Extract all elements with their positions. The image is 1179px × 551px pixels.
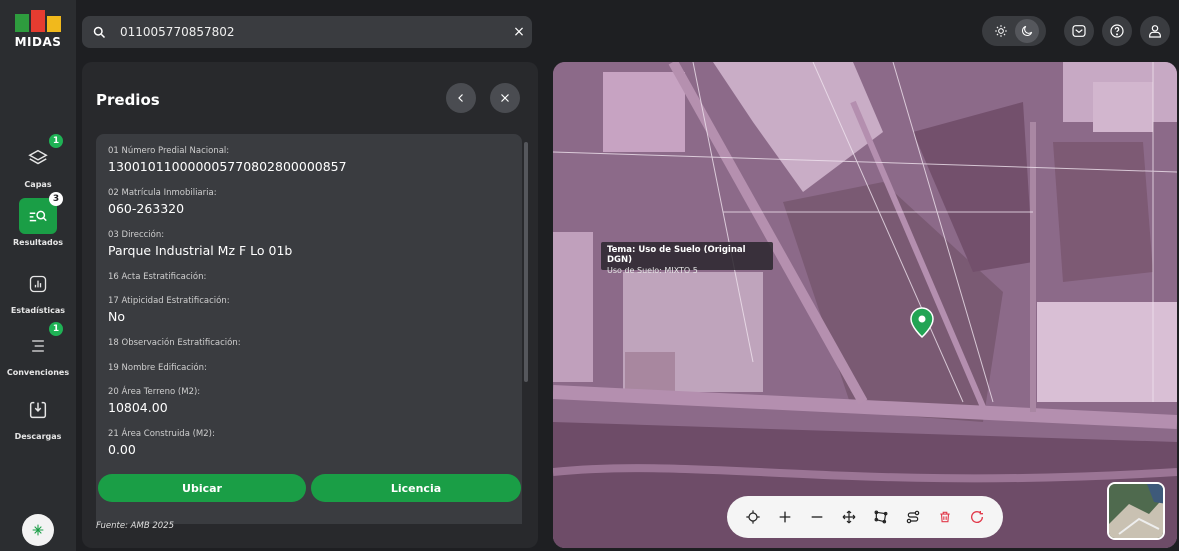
- field-label: 17 Atipicidad Estratificación:: [108, 296, 230, 306]
- search-bar[interactable]: 011005770857802 ×: [82, 16, 532, 48]
- results-search-icon: [29, 210, 47, 222]
- back-button[interactable]: [446, 83, 476, 113]
- map-view[interactable]: Tema: Uso de Suelo (Original DGN) Uso de…: [553, 62, 1177, 548]
- theme-toggle[interactable]: [982, 16, 1046, 46]
- target-button[interactable]: [742, 506, 764, 528]
- rail-item-convenciones[interactable]: 1 Convenciones: [0, 322, 76, 377]
- delete-button[interactable]: [934, 506, 956, 528]
- trash-icon: [940, 511, 950, 523]
- rail-item-capas[interactable]: 1 Capas: [0, 134, 76, 189]
- layers-icon: [28, 149, 48, 165]
- rail-label-capas: Capas: [24, 180, 52, 189]
- route-button[interactable]: [902, 506, 924, 528]
- parcel-details-card: 01 Número Predial Nacional: 130010110000…: [96, 134, 522, 524]
- zoom-in-button[interactable]: [774, 506, 796, 528]
- light-mode-button[interactable]: [989, 19, 1013, 43]
- refresh-icon: [971, 511, 984, 523]
- field-numero-predial: 01 Número Predial Nacional: 130010110000…: [108, 146, 347, 174]
- close-icon: [501, 94, 509, 102]
- field-label: 18 Observación Estratificación:: [108, 338, 241, 348]
- panel-title: Predios: [96, 91, 160, 109]
- logo-text: MIDAS: [14, 35, 62, 49]
- badge-convenciones: 1: [49, 322, 63, 336]
- field-label: 19 Nombre Edificación:: [108, 363, 207, 373]
- field-value: 0.00: [108, 442, 136, 457]
- field-label: 03 Dirección:: [108, 230, 165, 240]
- locate-button[interactable]: Ubicar: [98, 474, 306, 502]
- panel-scrollbar[interactable]: [524, 142, 528, 382]
- sparkle-icon: [32, 524, 44, 536]
- user-icon: [1149, 25, 1161, 38]
- stats-icon: [29, 275, 47, 293]
- field-label: 02 Matrícula Inmobiliaria:: [108, 188, 217, 198]
- badge-resultados: 3: [49, 192, 63, 206]
- field-direccion: 03 Dirección: Parque Industrial Mz F Lo …: [108, 230, 292, 258]
- rail-label-convenciones: Convenciones: [6, 368, 70, 377]
- clear-search-button[interactable]: ×: [506, 24, 532, 40]
- download-icon: [29, 401, 47, 419]
- field-acta: 16 Acta Estratificación:: [108, 272, 206, 282]
- rail-label-descargas: Descargas: [14, 432, 62, 441]
- field-value: 060-263320: [108, 201, 185, 216]
- pan-icon: [842, 510, 856, 524]
- tooltip-line: Uso de Suelo: MIXTO 5: [607, 266, 698, 275]
- field-observacion: 18 Observación Estratificación:: [108, 338, 241, 348]
- user-button[interactable]: [1140, 16, 1170, 46]
- satellite-map: [553, 62, 1177, 548]
- sun-icon: [995, 25, 1007, 37]
- route-icon: [906, 510, 920, 524]
- search-icon: [92, 25, 120, 40]
- plugin-button[interactable]: [22, 514, 54, 546]
- app-root: MIDAS 1 Capas 3 Resultados Estadísticas: [0, 0, 1179, 551]
- target-icon: [746, 510, 760, 524]
- inbox-icon: [1072, 25, 1086, 37]
- zoom-in-icon: [779, 511, 791, 523]
- badge-capas: 1: [49, 134, 63, 148]
- license-button[interactable]: Licencia: [311, 474, 521, 502]
- left-rail: MIDAS 1 Capas 3 Resultados Estadísticas: [0, 0, 76, 551]
- chevron-left-icon: [458, 94, 463, 102]
- zoom-out-icon: [811, 516, 823, 518]
- map-toolbar: [727, 496, 1003, 538]
- rail-item-descargas[interactable]: Descargas: [0, 392, 76, 441]
- polygon-icon: [874, 510, 888, 524]
- polygon-button[interactable]: [870, 506, 892, 528]
- rail-item-resultados[interactable]: 3 Resultados: [0, 192, 76, 247]
- field-nombre-edificacion: 19 Nombre Edificación:: [108, 363, 207, 373]
- pan-button[interactable]: [838, 506, 860, 528]
- help-button[interactable]: [1102, 16, 1132, 46]
- field-value: 10804.00: [108, 400, 168, 415]
- basemap-switcher[interactable]: [1107, 482, 1165, 540]
- field-label: 20 Área Terreno (M2):: [108, 387, 201, 397]
- field-label: 16 Acta Estratificación:: [108, 272, 207, 282]
- rail-label-resultados: Resultados: [13, 238, 63, 247]
- rail-label-estadisticas: Estadísticas: [10, 306, 66, 315]
- dark-mode-button[interactable]: [1015, 19, 1039, 43]
- search-input[interactable]: 011005770857802: [120, 25, 506, 39]
- data-source: Fuente: AMB 2025: [96, 521, 174, 531]
- midas-logo[interactable]: MIDAS: [12, 10, 64, 54]
- results-panel: Predios 01 Número Predial Nacional: 1300…: [82, 62, 538, 548]
- rail-item-estadisticas[interactable]: Estadísticas: [0, 266, 76, 315]
- field-label: 21 Área Construida (M2):: [108, 429, 215, 439]
- field-value: Parque Industrial Mz F Lo 01b: [108, 243, 293, 258]
- field-area-construida: 21 Área Construida (M2): 0.00: [108, 429, 215, 457]
- inbox-button[interactable]: [1064, 16, 1094, 46]
- field-value: No: [108, 309, 125, 324]
- tooltip-title: Tema: Uso de Suelo (Original DGN): [607, 245, 746, 265]
- field-matricula: 02 Matrícula Inmobiliaria: 060-263320: [108, 188, 217, 216]
- field-area-terreno: 20 Área Terreno (M2): 10804.00: [108, 387, 200, 415]
- map-tooltip: Tema: Uso de Suelo (Original DGN) Uso de…: [601, 242, 773, 275]
- moon-icon: [1022, 25, 1033, 36]
- field-value: 130010110000005770802800000857: [108, 159, 347, 174]
- field-atipicidad: 17 Atipicidad Estratificación: No: [108, 296, 230, 324]
- field-label: 01 Número Predial Nacional:: [108, 146, 230, 156]
- help-icon: [1110, 24, 1124, 38]
- legend-list-icon: [32, 340, 44, 352]
- zoom-out-button[interactable]: [806, 506, 828, 528]
- reset-button[interactable]: [966, 506, 988, 528]
- close-panel-button[interactable]: [490, 83, 520, 113]
- basemap-thumbnail: [1109, 484, 1163, 538]
